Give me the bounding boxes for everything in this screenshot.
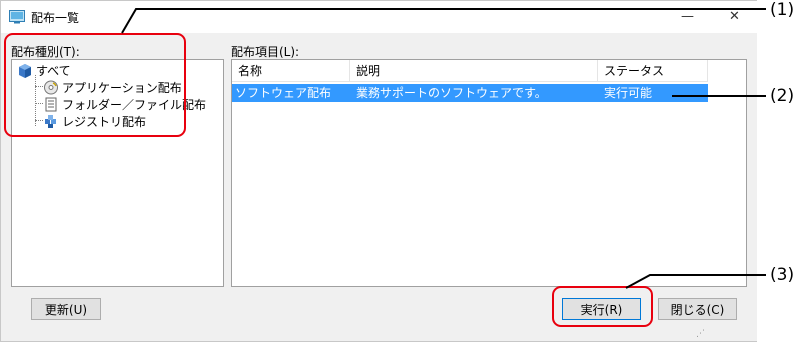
annotation-line-3 — [625, 274, 766, 289]
annotation-line-1 — [121, 8, 766, 34]
annotation-lines — [121, 8, 766, 289]
annotation-marker-3: (3) — [770, 265, 795, 285]
annotation-marker-2: (2) — [770, 86, 795, 106]
annotation-marker-1: (1) — [770, 0, 795, 20]
